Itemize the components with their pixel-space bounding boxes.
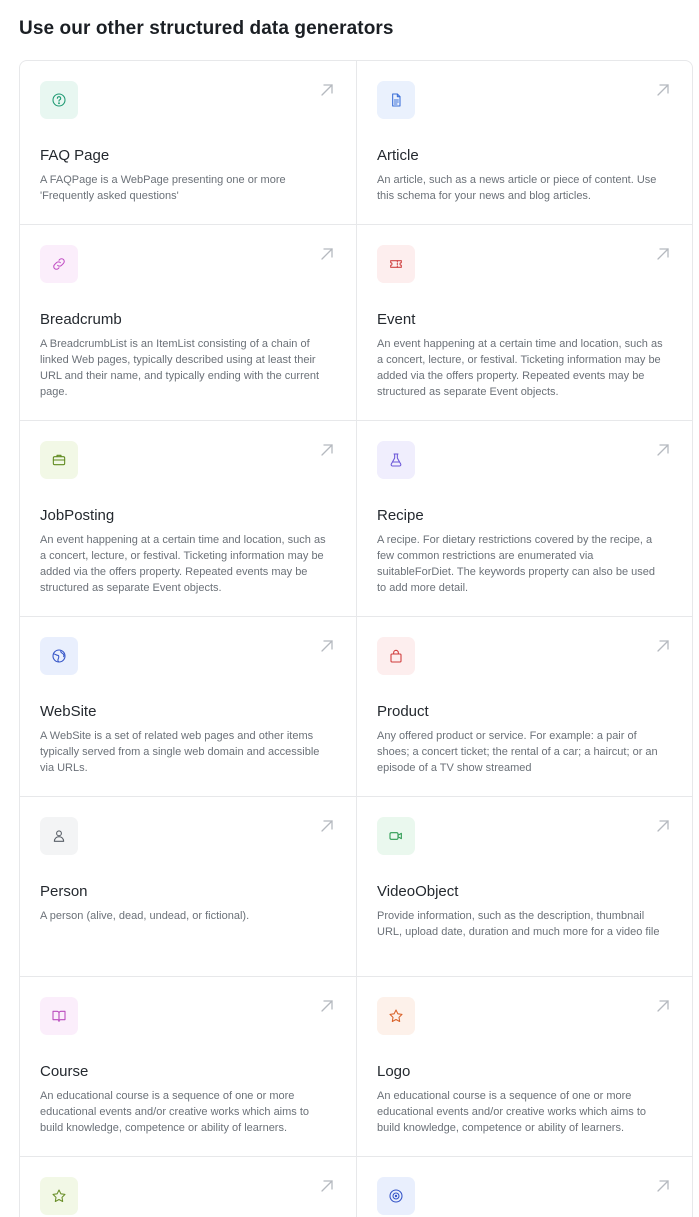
card-description: An event happening at a certain time and…	[40, 534, 326, 594]
card-title: Event	[377, 311, 416, 328]
card-title: Breadcrumb	[40, 311, 122, 328]
ticket-icon	[377, 245, 415, 283]
video-camera-icon	[377, 817, 415, 855]
arrow-up-right-icon	[318, 245, 336, 263]
document-icon	[377, 81, 415, 119]
target-icon	[377, 1177, 415, 1215]
card-description: Provide information, such as the descrip…	[377, 910, 660, 938]
card-videoobject[interactable]: VideoObject Provide information, such as…	[356, 797, 692, 976]
arrow-up-right-icon	[654, 441, 672, 459]
card-product[interactable]: Product Any offered product or service. …	[356, 617, 692, 796]
card-partial-right[interactable]	[356, 1157, 692, 1217]
arrow-up-right-icon	[654, 1177, 672, 1195]
arrow-up-right-icon	[654, 81, 672, 99]
card-description: A BreadcrumbList is an ItemList consisti…	[40, 338, 320, 398]
card-course[interactable]: Course An educational course is a sequen…	[20, 977, 356, 1156]
card-description: An event happening at a certain time and…	[377, 338, 663, 398]
arrow-up-right-icon	[318, 1177, 336, 1195]
grid-row: Course An educational course is a sequen…	[20, 977, 692, 1157]
arrow-up-right-icon	[318, 441, 336, 459]
card-breadcrumb[interactable]: Breadcrumb A BreadcrumbList is an ItemLi…	[20, 225, 356, 420]
card-description: A FAQPage is a WebPage presenting one or…	[40, 174, 286, 202]
card-title: JobPosting	[40, 507, 115, 524]
card-description: An article, such as a news article or pi…	[377, 174, 657, 202]
card-description: A WebSite is a set of related web pages …	[40, 730, 320, 774]
arrow-up-right-icon	[318, 81, 336, 99]
arrow-up-right-icon	[318, 817, 336, 835]
card-description: A recipe. For dietary restrictions cover…	[377, 534, 655, 594]
card-title: Logo	[377, 1063, 411, 1080]
grid-row: FAQ Page A FAQPage is a WebPage presenti…	[20, 61, 692, 225]
card-title: FAQ Page	[40, 147, 110, 164]
star-icon	[40, 1177, 78, 1215]
grid-row	[20, 1157, 692, 1217]
card-title: Person	[40, 883, 88, 900]
user-icon	[40, 817, 78, 855]
card-jobposting[interactable]: JobPosting An event happening at a certa…	[20, 421, 356, 616]
card-title: Course	[40, 1063, 89, 1080]
card-description: An educational course is a sequence of o…	[377, 1090, 647, 1134]
card-description: A person (alive, dead, undead, or fictio…	[40, 910, 250, 922]
arrow-up-right-icon	[318, 997, 336, 1015]
arrow-up-right-icon	[654, 997, 672, 1015]
grid-row: JobPosting An event happening at a certa…	[20, 421, 692, 617]
card-faq-page[interactable]: FAQ Page A FAQPage is a WebPage presenti…	[20, 61, 356, 224]
shopping-bag-icon	[377, 637, 415, 675]
flask-icon	[377, 441, 415, 479]
grid-row: Person A person (alive, dead, undead, or…	[20, 797, 692, 977]
card-person[interactable]: Person A person (alive, dead, undead, or…	[20, 797, 356, 976]
grid-row: WebSite A WebSite is a set of related we…	[20, 617, 692, 797]
card-recipe[interactable]: Recipe A recipe. For dietary restriction…	[356, 421, 692, 616]
card-title: Recipe	[377, 507, 424, 524]
card-title: Article	[377, 147, 419, 164]
card-event[interactable]: Event An event happening at a certain ti…	[356, 225, 692, 420]
generators-grid: FAQ Page A FAQPage is a WebPage presenti…	[19, 60, 693, 1217]
card-logo[interactable]: Logo An educational course is a sequence…	[356, 977, 692, 1156]
card-title: WebSite	[40, 703, 97, 720]
card-description: An educational course is a sequence of o…	[40, 1090, 310, 1134]
card-description: Any offered product or service. For exam…	[377, 730, 658, 774]
grid-row: Breadcrumb A BreadcrumbList is an ItemLi…	[20, 225, 692, 421]
briefcase-icon	[40, 441, 78, 479]
star-icon	[377, 997, 415, 1035]
card-article[interactable]: Article An article, such as a news artic…	[356, 61, 692, 224]
arrow-up-right-icon	[654, 637, 672, 655]
card-title: Product	[377, 703, 429, 720]
arrow-up-right-icon	[654, 245, 672, 263]
link-icon	[40, 245, 78, 283]
arrow-up-right-icon	[318, 637, 336, 655]
arrow-up-right-icon	[654, 817, 672, 835]
card-partial-left[interactable]	[20, 1157, 356, 1217]
question-circle-icon	[40, 81, 78, 119]
book-open-icon	[40, 997, 78, 1035]
card-title: VideoObject	[377, 883, 459, 900]
section-heading: Use our other structured data generators	[19, 18, 394, 39]
card-website[interactable]: WebSite A WebSite is a set of related we…	[20, 617, 356, 796]
globe-icon	[40, 637, 78, 675]
